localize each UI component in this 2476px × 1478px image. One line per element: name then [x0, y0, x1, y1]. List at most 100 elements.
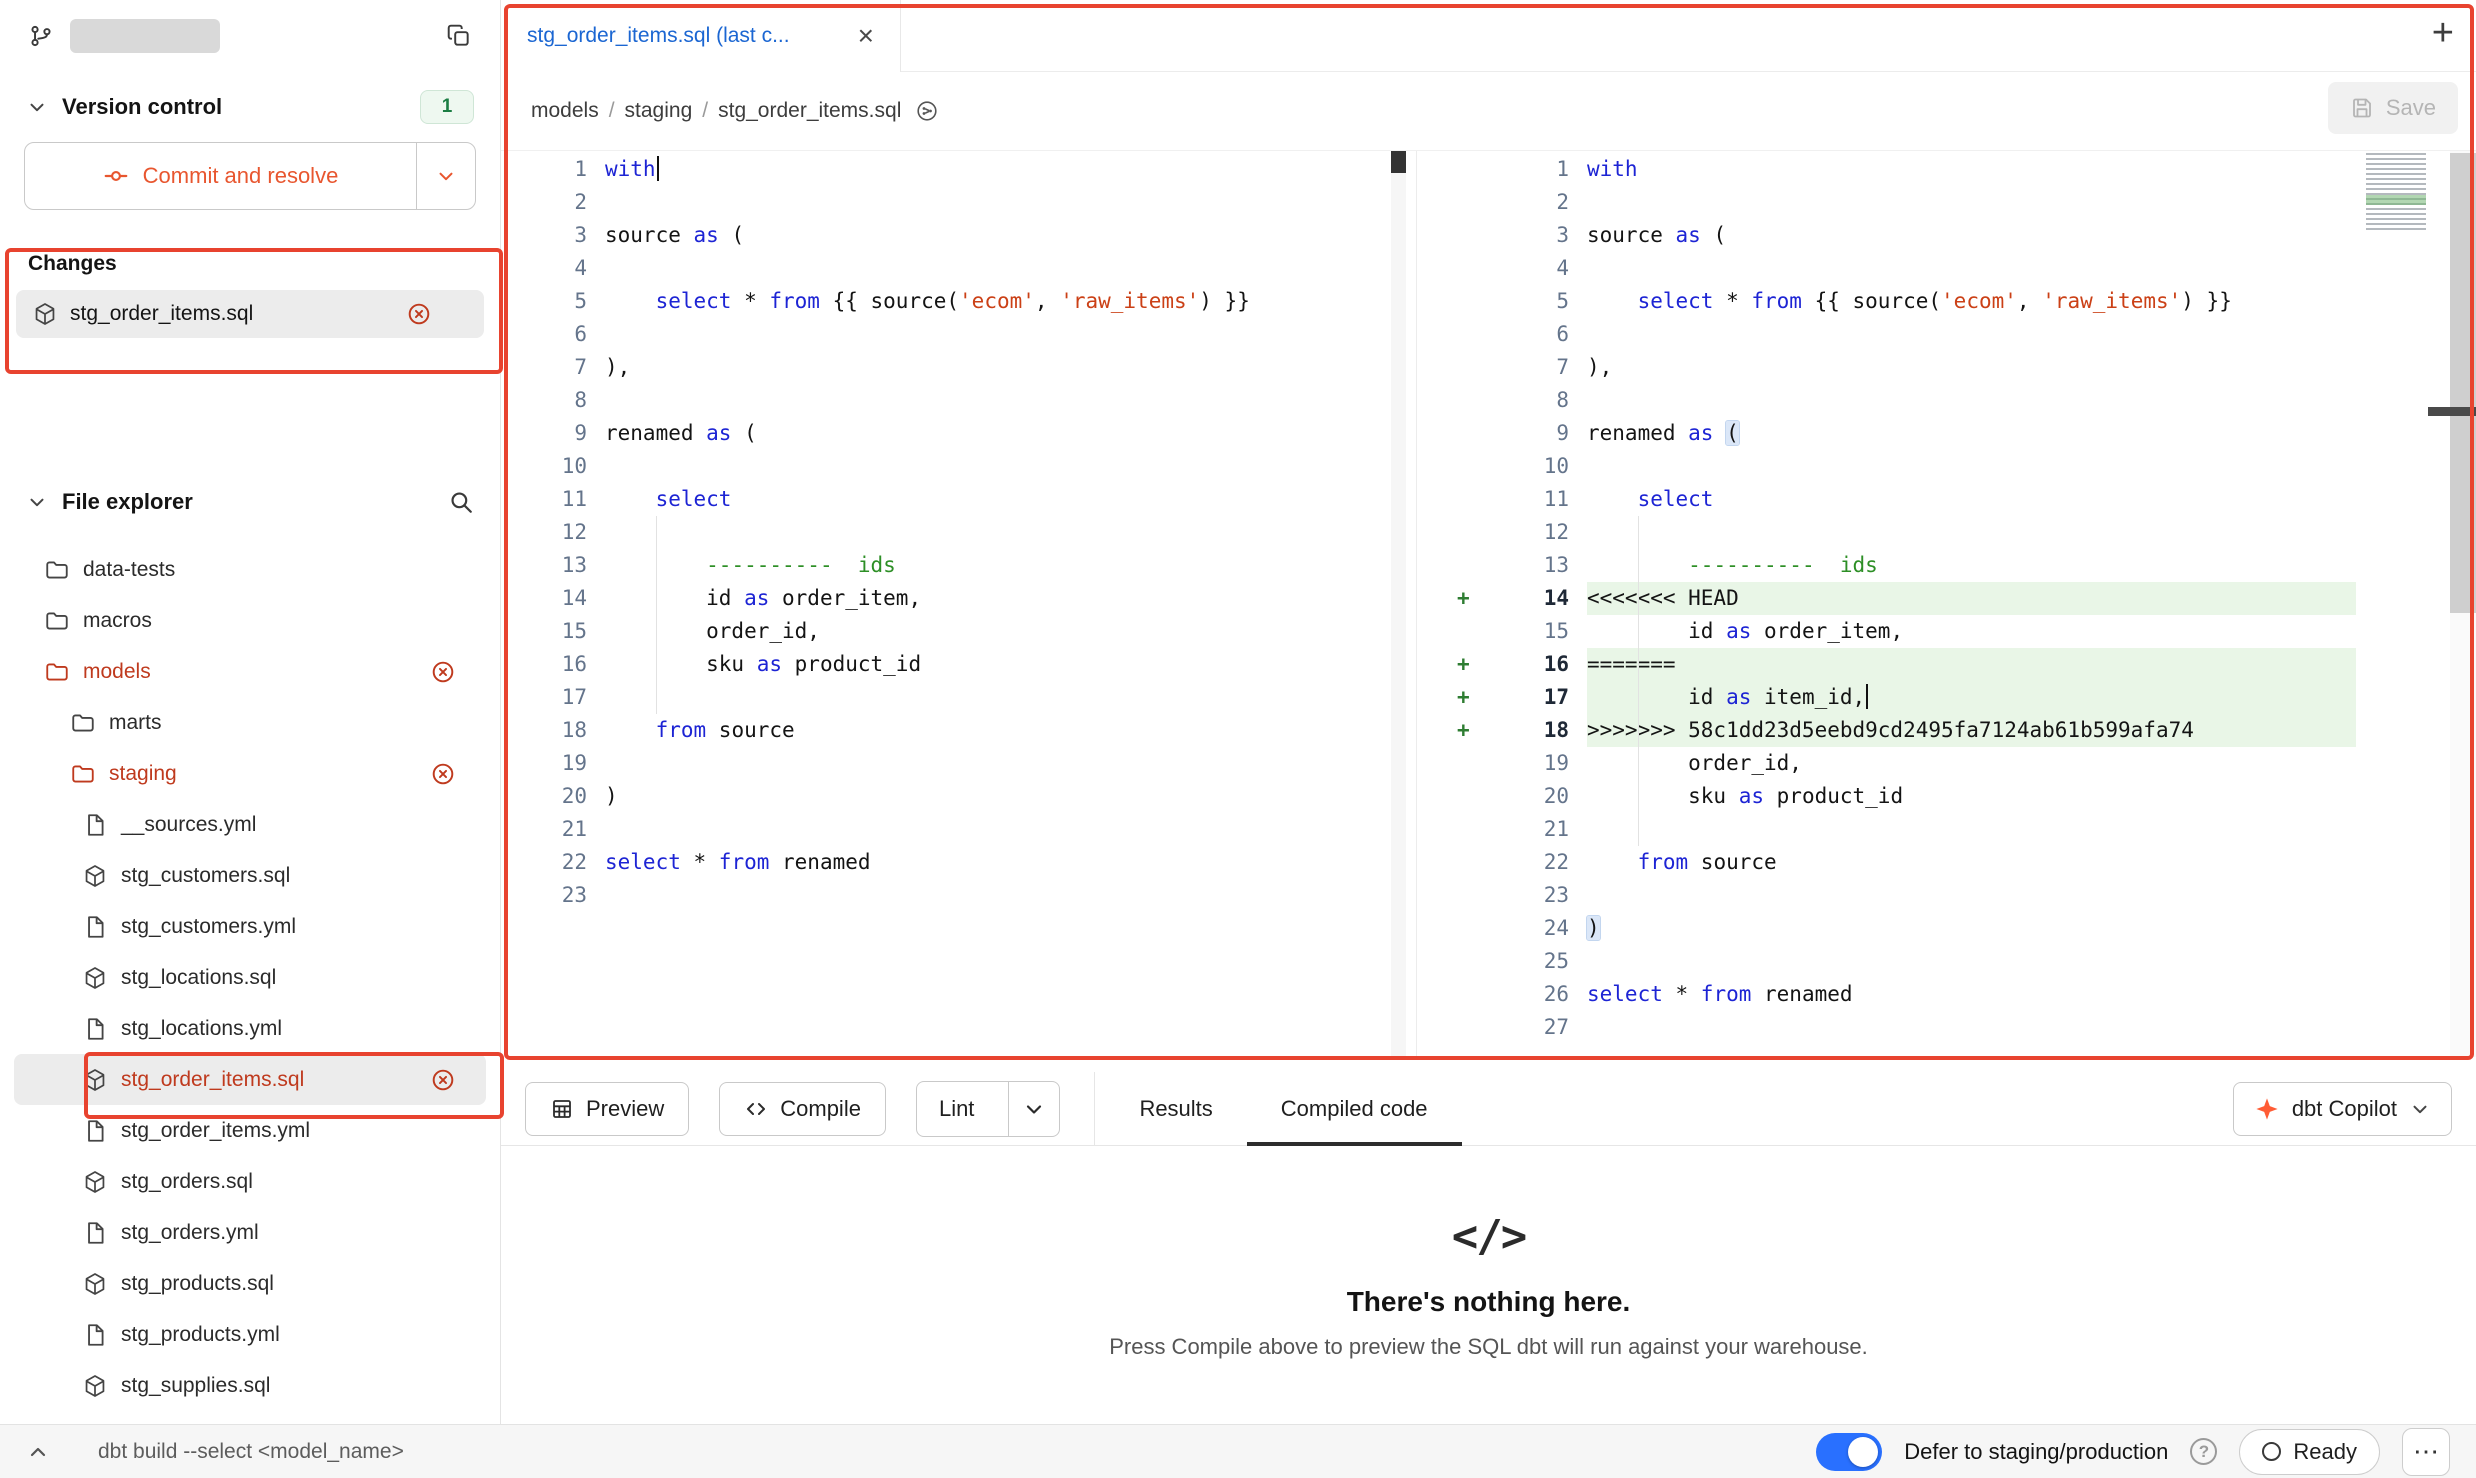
preview-button[interactable]: Preview [525, 1082, 689, 1136]
code-line[interactable]: with [1587, 153, 2356, 186]
tree-item-marts[interactable]: marts [14, 697, 486, 748]
breadcrumb-item[interactable]: stg_order_items.sql [718, 99, 901, 123]
more-options-button[interactable]: ⋯ [2402, 1428, 2450, 1476]
lint-button[interactable]: Lint [916, 1081, 1060, 1137]
lineage-icon[interactable] [915, 99, 939, 123]
code-line[interactable] [605, 252, 1382, 285]
diff-pane-right[interactable]: 12345678910111213+1415+16+17+18192021222… [1417, 151, 2476, 1057]
tree-item-stg_orders.yml[interactable]: stg_orders.yml [14, 1207, 486, 1258]
tab-results[interactable]: Results [1105, 1072, 1246, 1146]
code-line[interactable] [605, 186, 1382, 219]
scrollbar-thumb[interactable] [1391, 151, 1406, 173]
code-line[interactable]: from source [1587, 846, 2356, 879]
code-line[interactable] [605, 813, 1382, 846]
tree-item-data-tests[interactable]: data-tests [14, 544, 486, 595]
code-line[interactable]: id as order_item, [1587, 615, 2356, 648]
code-area[interactable]: with source as ( select * from {{ source(… [605, 153, 1382, 912]
code-line[interactable] [605, 879, 1382, 912]
tree-item-stg_orders.sql[interactable]: stg_orders.sql [14, 1156, 486, 1207]
code-line[interactable]: ), [1587, 351, 2356, 384]
code-line[interactable] [605, 681, 1382, 714]
code-line[interactable]: order_id, [605, 615, 1382, 648]
code-line[interactable]: sku as product_id [1587, 780, 2356, 813]
tree-item-staging[interactable]: staging [14, 748, 486, 799]
search-icon[interactable] [448, 489, 474, 515]
code-line[interactable] [1587, 384, 2356, 417]
tree-item-__sources.yml[interactable]: __sources.yml [14, 799, 486, 850]
left-pane-scrollbar[interactable] [1391, 151, 1406, 1057]
chevron-up-icon[interactable] [26, 1440, 50, 1464]
code-line[interactable]: from source [605, 714, 1382, 747]
code-line[interactable] [1587, 879, 2356, 912]
copy-icon[interactable] [446, 23, 472, 49]
diff-pane-left[interactable]: 1234567891011121314151617181920212223 wi… [501, 151, 1417, 1057]
tree-item-stg_order_items.sql[interactable]: stg_order_items.sql [14, 1054, 486, 1105]
code-line[interactable]: renamed as ( [605, 417, 1382, 450]
code-line[interactable]: select * from renamed [605, 846, 1382, 879]
code-line[interactable] [1587, 252, 2356, 285]
tree-item-macros[interactable]: macros [14, 595, 486, 646]
branch-name-placeholder[interactable] [70, 19, 220, 53]
code-line[interactable] [1587, 516, 2356, 549]
breadcrumb-item[interactable]: models [531, 99, 599, 123]
minimap[interactable] [2366, 153, 2426, 231]
code-line[interactable]: source as ( [605, 219, 1382, 252]
code-line[interactable]: select * from {{ source('ecom', 'raw_ite… [605, 285, 1382, 318]
command-bar[interactable]: dbt build --select <model_name> [98, 1440, 404, 1464]
commit-options-button[interactable] [416, 143, 475, 209]
code-line[interactable]: with [605, 153, 1382, 186]
help-icon[interactable]: ? [2190, 1438, 2217, 1465]
status-ready-button[interactable]: Ready [2239, 1429, 2380, 1475]
code-line[interactable]: select * from {{ source('ecom', 'raw_ite… [1587, 285, 2356, 318]
tab-compiled-code[interactable]: Compiled code [1247, 1072, 1462, 1146]
code-line[interactable]: ======= [1587, 648, 2356, 681]
file-explorer-header[interactable]: File explorer [0, 478, 500, 526]
code-line[interactable] [1587, 945, 2356, 978]
defer-toggle[interactable] [1816, 1433, 1882, 1471]
dbt-copilot-button[interactable]: dbt Copilot [2233, 1082, 2452, 1136]
version-control-header[interactable]: Version control 1 [0, 82, 500, 132]
tree-item-stg_customers.sql[interactable]: stg_customers.sql [14, 850, 486, 901]
compile-button[interactable]: Compile [719, 1082, 886, 1136]
tree-item-models[interactable]: models [14, 646, 486, 697]
code-line[interactable]: renamed as ( [1587, 417, 2356, 450]
code-line[interactable]: >>>>>>> 58c1dd23d5eebd9cd2495fa7124ab61b… [1587, 714, 2356, 747]
tree-item-stg_locations.yml[interactable]: stg_locations.yml [14, 1003, 486, 1054]
tree-item-stg_products.sql[interactable]: stg_products.sql [14, 1258, 486, 1309]
close-icon[interactable]: × [858, 22, 874, 50]
tree-item-stg_customers.yml[interactable]: stg_customers.yml [14, 901, 486, 952]
code-line[interactable]: order_id, [1587, 747, 2356, 780]
code-line[interactable] [1587, 1011, 2356, 1044]
code-line[interactable] [605, 516, 1382, 549]
code-line[interactable]: select [605, 483, 1382, 516]
code-line[interactable]: source as ( [1587, 219, 2356, 252]
save-button[interactable]: Save [2328, 82, 2458, 134]
breadcrumb-item[interactable]: staging [625, 99, 693, 123]
code-line[interactable]: ) [1587, 912, 2356, 945]
code-line[interactable]: id as order_item, [605, 582, 1382, 615]
code-line[interactable] [1587, 450, 2356, 483]
commit-and-resolve-button[interactable]: Commit and resolve [24, 142, 476, 210]
tab-stg-order-items[interactable]: stg_order_items.sql (last c... × [501, 0, 901, 72]
tree-item-stg_supplies.sql[interactable]: stg_supplies.sql [14, 1360, 486, 1411]
code-line[interactable] [1587, 318, 2356, 351]
code-line[interactable] [1587, 186, 2356, 219]
new-tab-button[interactable]: + [2432, 12, 2454, 55]
code-line[interactable]: ---------- ids [1587, 549, 2356, 582]
lint-options-button[interactable] [1008, 1082, 1059, 1136]
code-line[interactable]: ) [605, 780, 1382, 813]
tree-item-stg_products.yml[interactable]: stg_products.yml [14, 1309, 486, 1360]
branch-icon[interactable] [28, 23, 54, 49]
code-line[interactable]: <<<<<<< HEAD [1587, 582, 2356, 615]
code-line[interactable]: sku as product_id [605, 648, 1382, 681]
code-line[interactable]: select [1587, 483, 2356, 516]
code-line[interactable] [605, 318, 1382, 351]
scrollbar-thumb[interactable] [2450, 153, 2476, 613]
tree-item-stg_locations.sql[interactable]: stg_locations.sql [14, 952, 486, 1003]
tree-item-stg_order_items.yml[interactable]: stg_order_items.yml [14, 1105, 486, 1156]
code-line[interactable] [605, 384, 1382, 417]
code-line[interactable]: ), [605, 351, 1382, 384]
code-line[interactable]: select * from renamed [1587, 978, 2356, 1011]
code-line[interactable] [605, 450, 1382, 483]
right-pane-scrollbar[interactable] [2450, 151, 2476, 1057]
